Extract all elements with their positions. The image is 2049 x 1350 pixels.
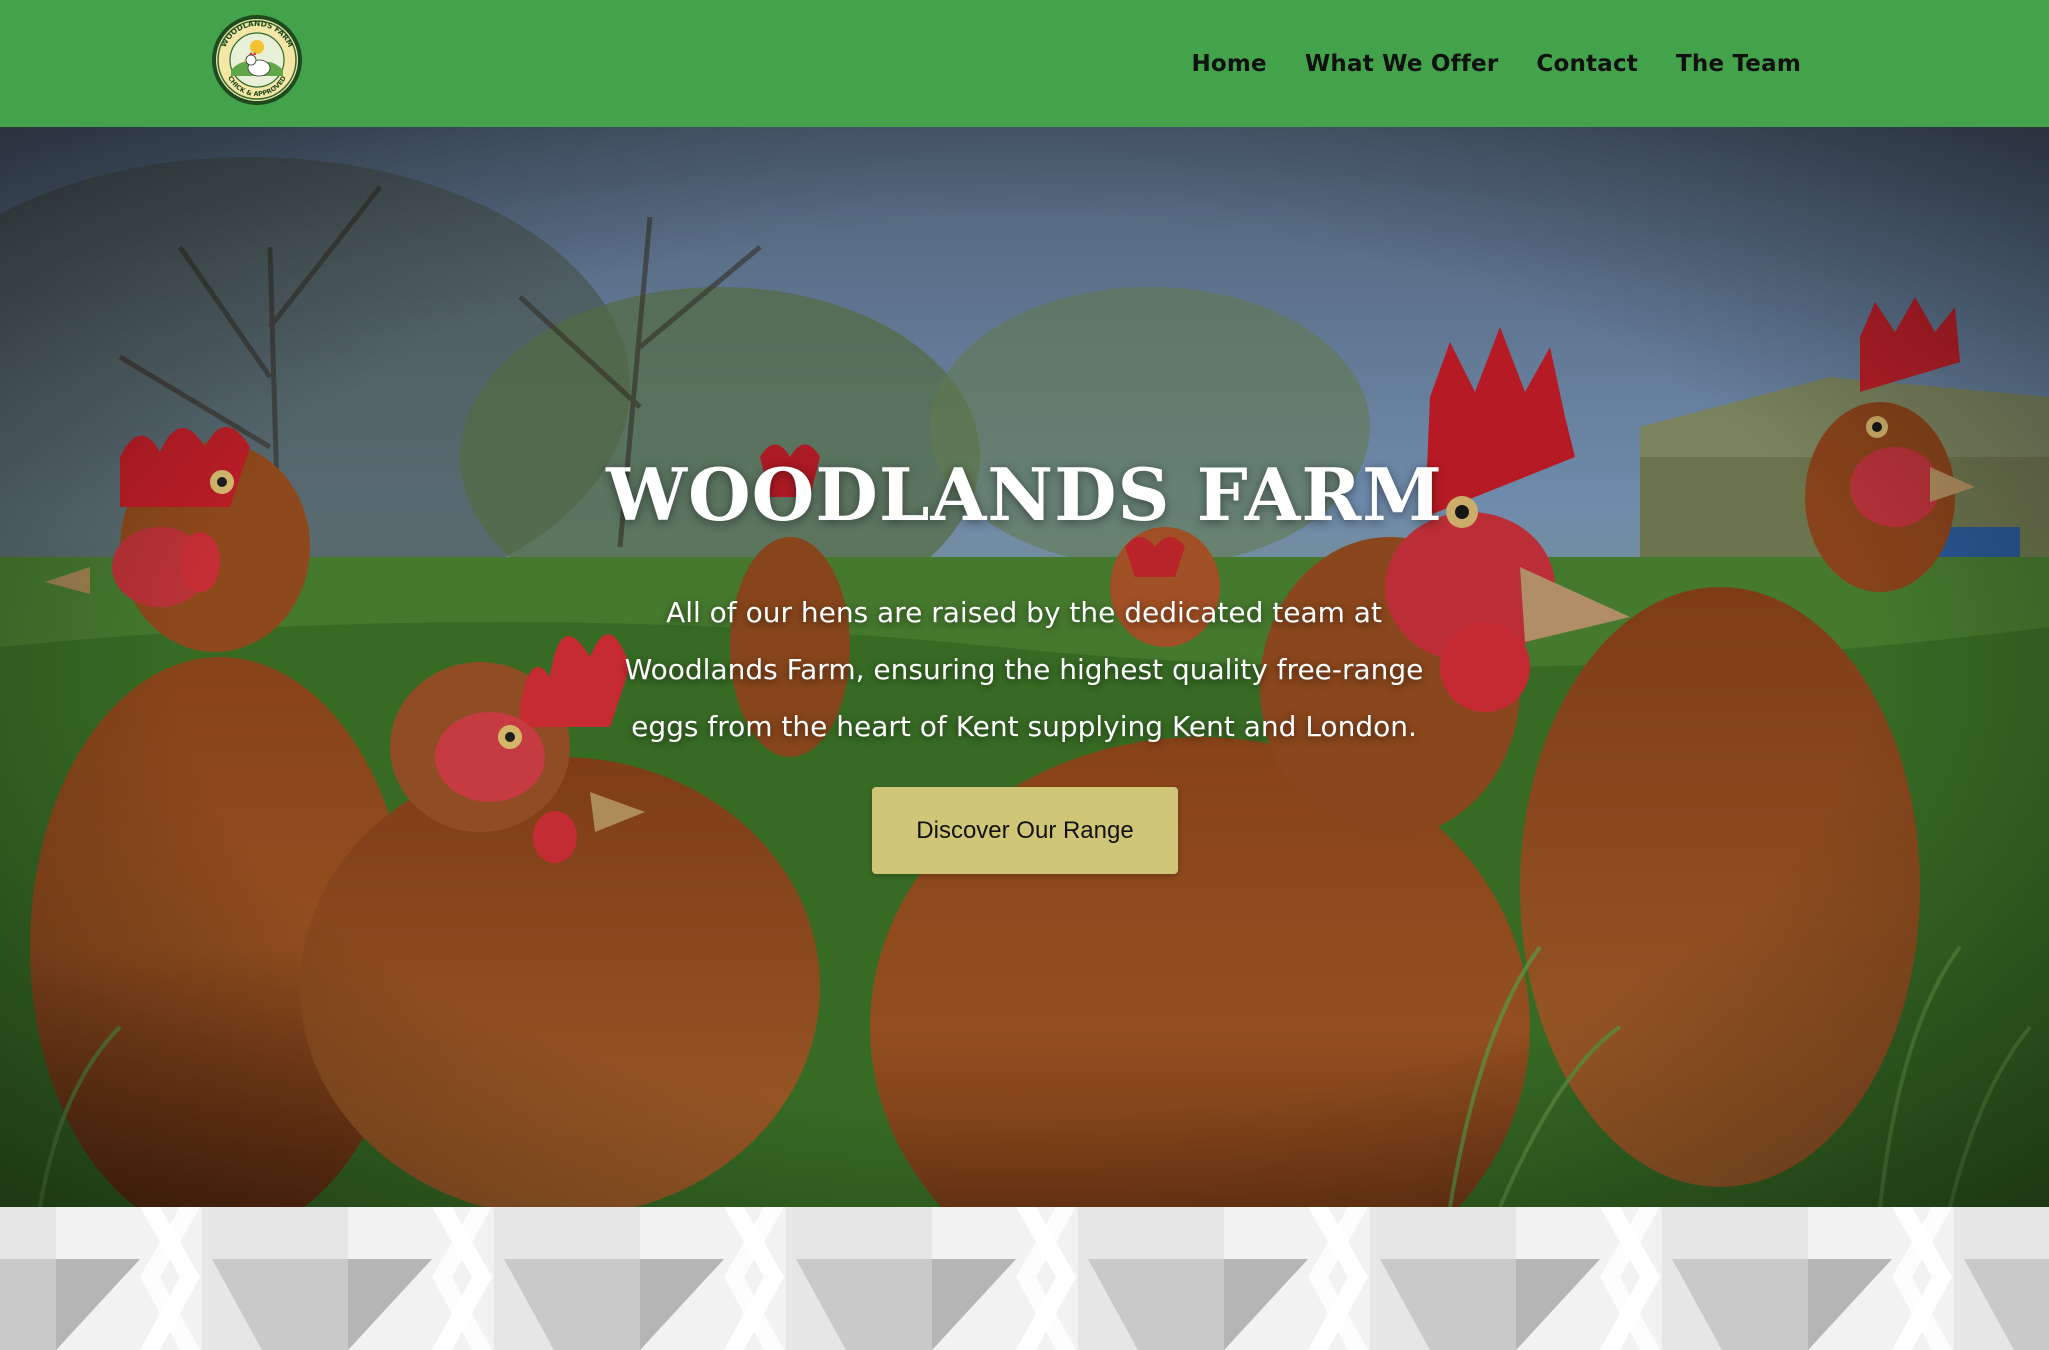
logo[interactable]: WOODLANDS FARM CHICK & APPROVED (211, 14, 303, 106)
diamond-pattern-icon (0, 1207, 2049, 1350)
hero-content: WOODLANDS FARM All of our hens are raise… (0, 127, 2049, 1207)
site-header: WOODLANDS FARM CHICK & APPROVED Home Wha… (0, 0, 2049, 127)
logo-badge-icon: WOODLANDS FARM CHICK & APPROVED (212, 15, 302, 105)
nav-contact-link[interactable]: Contact (1536, 51, 1638, 77)
nav-home-link[interactable]: Home (1191, 51, 1266, 77)
discover-our-range-button[interactable]: Discover Our Range (872, 787, 1178, 874)
hero-description: All of our hens are raised by the dedica… (624, 596, 1424, 743)
page: WOODLANDS FARM CHICK & APPROVED Home Wha… (0, 0, 2049, 1350)
nav-what-we-offer-link[interactable]: What We Offer (1305, 51, 1499, 77)
main-nav: Home What We Offer Contact The Team (1191, 0, 1801, 127)
decorative-pattern-band (0, 1207, 2049, 1350)
hero-section: WOODLANDS FARM All of our hens are raise… (0, 127, 2049, 1207)
hero-title: WOODLANDS FARM (606, 452, 1443, 537)
nav-the-team-link[interactable]: The Team (1676, 51, 1801, 77)
